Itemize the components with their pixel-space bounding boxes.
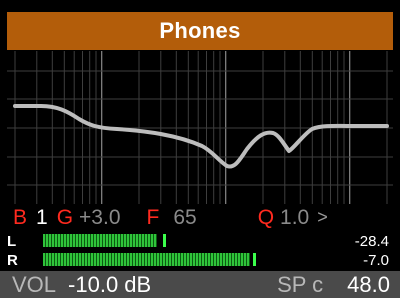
eq-response-graph[interactable] [7, 51, 393, 204]
level-fill-left [43, 234, 157, 247]
level-bar-right [43, 253, 335, 266]
channel-label-right: R [7, 251, 18, 269]
gain-value[interactable]: +3.0 [79, 206, 120, 230]
band-label: B [13, 205, 28, 229]
status-bar: VOL -10.0 dB SP c 48.0 [0, 271, 400, 298]
band-value[interactable]: 1 [36, 206, 48, 230]
meter-right: R -7.0 [7, 251, 393, 269]
level-bar-left [43, 234, 335, 247]
volume-value[interactable]: -10.0 dB [68, 272, 151, 298]
screen-title: Phones [159, 18, 241, 43]
db-readout-right: -7.0 [363, 251, 389, 269]
meter-left: L -28.4 [7, 232, 393, 250]
gain-label: G [56, 205, 74, 229]
db-readout-left: -28.4 [354, 232, 389, 250]
q-value[interactable]: 1.0 [280, 206, 309, 230]
peak-marker-right [253, 253, 256, 266]
sample-rate-label: SP c [277, 271, 324, 297]
q-label: Q [257, 205, 275, 229]
eq-screen: Phones B 1 G +3.0 F 65 Q 1.0 > L -28.4 R… [0, 0, 400, 298]
volume-label: VOL [12, 271, 57, 297]
title-bar: Phones [7, 12, 393, 50]
channel-label-left: L [7, 232, 17, 250]
level-fill-right [43, 253, 250, 266]
freq-value[interactable]: 65 [173, 206, 196, 230]
peak-marker-left [163, 234, 166, 247]
sample-rate-value: 48.0 [347, 271, 390, 297]
band-parameters: B 1 G +3.0 F 65 Q 1.0 > [7, 204, 393, 231]
chevron-right-icon[interactable]: > [317, 207, 328, 228]
freq-label: F [146, 205, 160, 229]
eq-graph-svg [7, 51, 393, 204]
